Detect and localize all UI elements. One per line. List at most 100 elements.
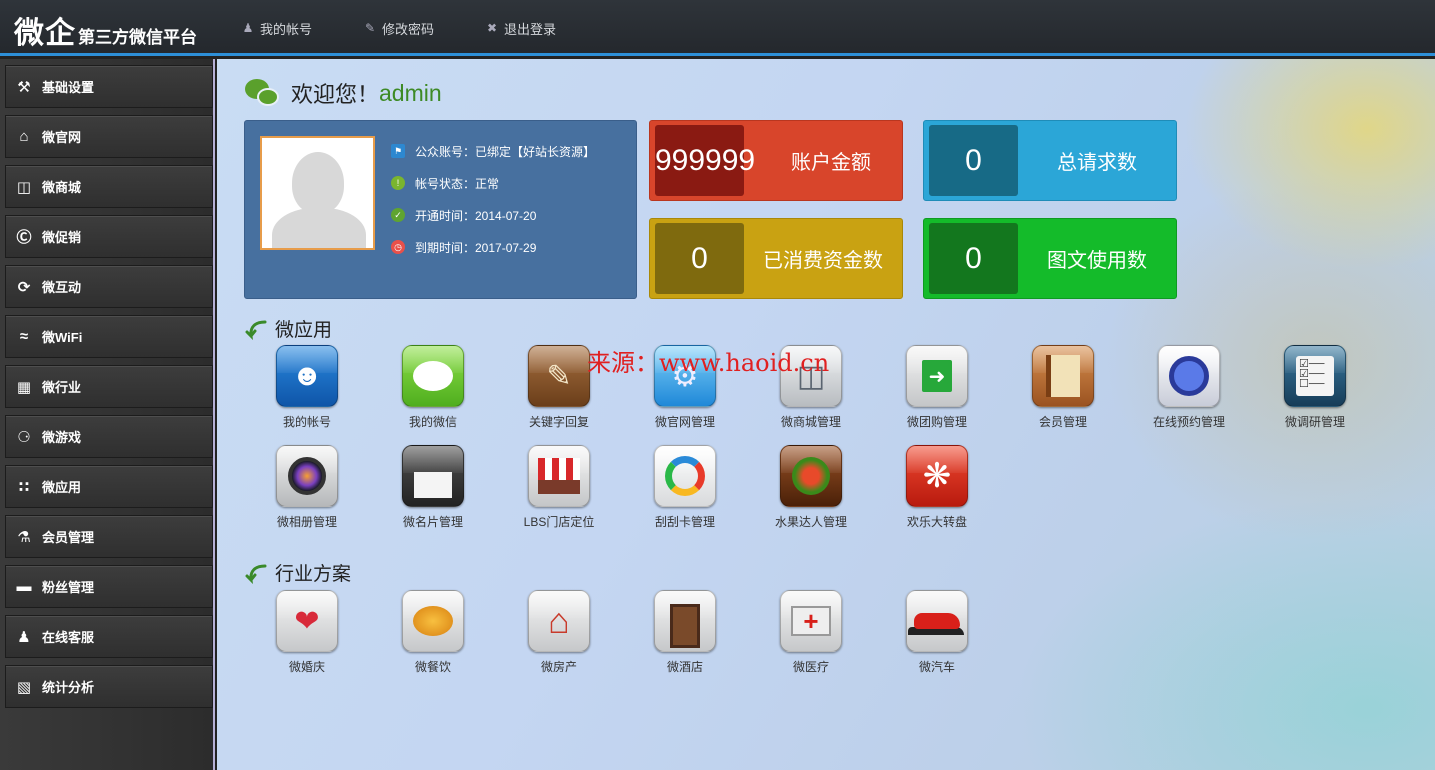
stat-article-usage: 0 图文使用数	[923, 218, 1177, 299]
stat-account-balance: 999999 账户金额	[649, 120, 903, 201]
floppy-disk-icon	[402, 445, 464, 507]
app-album-manage[interactable]: 微相册管理	[252, 445, 362, 530]
stat-label: 账户金额	[791, 152, 871, 174]
app-label: 微医疗	[792, 660, 829, 674]
app-lucky-wheel[interactable]: ❋ 欢乐大转盘	[882, 445, 992, 530]
nav-my-account[interactable]: ♟ 我的帐号	[240, 19, 362, 38]
curved-arrow-icon	[245, 320, 267, 340]
app-card-manage[interactable]: 微名片管理	[378, 445, 488, 530]
sidebar-item-label: 会员管理	[42, 530, 95, 545]
app-survey-manage[interactable]: ☑── ☑── ☐── 微调研管理	[1260, 345, 1370, 430]
industry-hotel[interactable]: 微酒店	[630, 590, 740, 675]
sidebar-item-wifi[interactable]: ≈ 微WiFi	[5, 315, 213, 358]
home-icon: ⌂	[19, 128, 29, 145]
profile-card: ⚑ 公众账号：已绑定【好站长资源】 ! 帐号状态：正常 ✓ 开通时间：2014-07-…	[244, 120, 637, 299]
section-title-industry: 行业方案	[245, 559, 351, 586]
clock-icon: ◷	[391, 240, 405, 254]
main-content: 欢迎您！ admin ⚑ 公众账号：已绑定【好站长资源】 ! 帐号状态：正常 ✓ 开通…	[217, 59, 1435, 770]
sidebar-item-interaction[interactable]: ⟳ 微互动	[5, 265, 213, 308]
industry-wedding[interactable]: ❤ 微婚庆	[252, 590, 362, 675]
app-label: 刮刮卡管理	[654, 515, 715, 529]
section-title-text: 行业方案	[275, 564, 352, 585]
stat-value: 999999	[655, 125, 755, 196]
app-label: 会员管理	[1038, 415, 1087, 429]
sidebar-item-label: 在线客服	[42, 630, 95, 645]
sidebar-item-website[interactable]: ⌂ 微官网	[5, 115, 213, 158]
top-bar: 微企 第三方微信平台 ♟ 我的帐号 ✎ 修改密码 ✖ 退出登录	[0, 0, 1435, 56]
industry-catering[interactable]: 微餐饮	[378, 590, 488, 675]
skype-icon: Ⓒ	[16, 229, 32, 246]
sidebar-item-label: 统计分析	[42, 680, 95, 695]
headphones-icon	[1158, 345, 1220, 407]
sidebar-item-games[interactable]: ⚆ 微游戏	[5, 415, 213, 458]
section-title-text: 微应用	[275, 320, 333, 341]
gamepad-icon: ⚆	[17, 428, 31, 446]
sidebar-item-fans[interactable]: ▬ 粉丝管理	[5, 565, 213, 608]
avatar	[260, 136, 375, 250]
app-label: 微汽车	[918, 660, 955, 674]
food-basket-icon	[402, 590, 464, 652]
app-label: 关键字回复	[528, 415, 589, 429]
apps-icon: ∷	[18, 478, 30, 496]
nav-logout[interactable]: ✖ 退出登录	[484, 19, 606, 38]
app-fruit-ninja[interactable]: 水果达人管理	[756, 445, 866, 530]
notebook-icon	[1032, 345, 1094, 407]
house-icon: ⌂	[528, 590, 590, 652]
flask-icon: ⚗	[17, 528, 31, 546]
sidebar-item-label: 微应用	[42, 480, 82, 495]
sidebar-item-basic-settings[interactable]: ⚒ 基础设置	[5, 65, 213, 108]
sidebar-item-mall[interactable]: ◫ 微商城	[5, 165, 213, 208]
top-nav: ♟ 我的帐号 ✎ 修改密码 ✖ 退出登录	[240, 0, 606, 56]
stat-value: 0	[655, 223, 744, 294]
sidebar-item-label: 微商城	[42, 180, 82, 195]
profile-row-status: ! 帐号状态：正常	[391, 167, 595, 199]
app-label: LBS门店定位	[523, 515, 595, 529]
app-label: 微房产	[540, 660, 577, 674]
sidebar-item-industry[interactable]: ▦ 微行业	[5, 365, 213, 408]
app-groupbuy-manage[interactable]: ➜ 微团购管理	[882, 345, 992, 430]
sidebar-item-members[interactable]: ⚗ 会员管理	[5, 515, 213, 558]
check-icon: ✓	[391, 208, 405, 222]
app-member-manage[interactable]: 会员管理	[1008, 345, 1118, 430]
industry-real-estate[interactable]: ⌂ 微房产	[504, 590, 614, 675]
app-my-account[interactable]: ☻ 我的帐号	[252, 345, 362, 430]
app-label: 微官网管理	[654, 415, 715, 429]
wifi-icon: ≈	[19, 328, 29, 345]
app-label: 水果达人管理	[774, 515, 847, 529]
nav-label: 退出登录	[504, 21, 557, 37]
app-label: 在线预约管理	[1152, 415, 1225, 429]
sidebar-item-label: 粉丝管理	[42, 580, 95, 595]
sidebar-item-support[interactable]: ♟ 在线客服	[5, 615, 213, 658]
sidebar-item-apps[interactable]: ∷ 微应用	[5, 465, 213, 508]
app-scratch-card[interactable]: 刮刮卡管理	[630, 445, 740, 530]
sidebar-item-promotion[interactable]: Ⓒ 微促销	[5, 215, 213, 258]
sidebar-item-analytics[interactable]: ▧ 统计分析	[5, 665, 213, 708]
camera-lens-icon	[276, 445, 338, 507]
swirl-logo-icon	[654, 445, 716, 507]
app-label: 微团购管理	[906, 415, 967, 429]
hotel-door-icon	[654, 590, 716, 652]
app-label: 微调研管理	[1284, 415, 1345, 429]
nav-change-password[interactable]: ✎ 修改密码	[362, 19, 484, 38]
profile-row-start-date: ✓ 开通时间：2014-07-20	[391, 199, 595, 231]
app-label: 微餐饮	[414, 660, 451, 674]
wrench-icon: ⚒	[17, 78, 31, 96]
stat-label: 图文使用数	[1047, 250, 1147, 272]
app-label: 我的微信	[408, 415, 457, 429]
industry-auto[interactable]: 微汽车	[882, 590, 992, 675]
industry-medical[interactable]: + 微医疗	[756, 590, 866, 675]
sidebar-item-label: 基础设置	[42, 80, 95, 95]
logo: 微企 第三方微信平台	[14, 8, 197, 52]
logo-main-text: 微企	[14, 17, 76, 50]
first-aid-kit-icon: +	[780, 590, 842, 652]
checklist-icon: ☑── ☑── ☐──	[1284, 345, 1346, 407]
app-label: 微酒店	[666, 660, 703, 674]
app-my-wechat[interactable]: 我的微信	[378, 345, 488, 430]
app-label: 微商城管理	[780, 415, 841, 429]
sidebar: ⚒ 基础设置 ⌂ 微官网 ◫ 微商城 Ⓒ 微促销 ⟳ 微互动 ≈ 微WiFi ▦ 微行业 ⚆ 微…	[0, 59, 215, 770]
sidebar-item-label: 微行业	[42, 380, 82, 395]
app-booking-manage[interactable]: 在线预约管理	[1134, 345, 1244, 430]
edit-icon: ✎	[364, 21, 376, 35]
app-lbs-locate[interactable]: LBS门店定位	[504, 445, 614, 530]
exit-door-icon: ➜	[906, 345, 968, 407]
